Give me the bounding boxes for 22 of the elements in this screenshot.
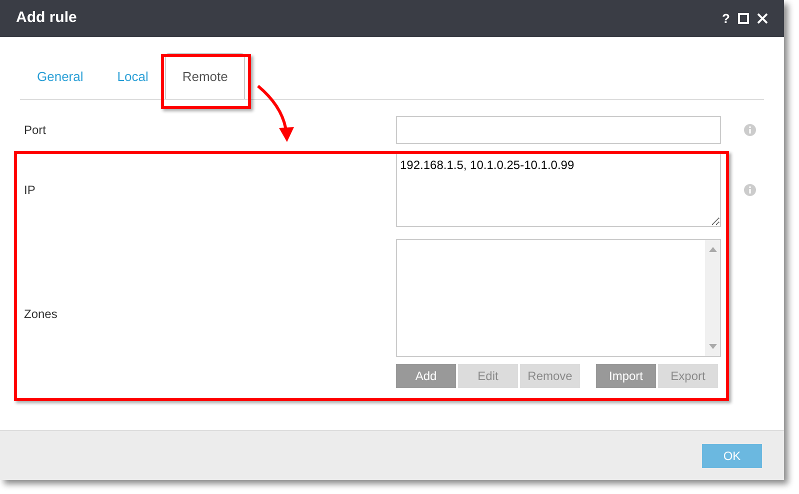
close-icon[interactable] bbox=[757, 13, 768, 24]
ip-field[interactable]: 192.168.1.5, 10.1.0.25-10.1.0.99 bbox=[396, 153, 721, 227]
help-button[interactable]: ? bbox=[722, 8, 730, 28]
field-label: Port bbox=[24, 122, 48, 139]
zones-list[interactable] bbox=[396, 239, 721, 357]
field-label: Zones bbox=[24, 306, 58, 322]
list-action-button[interactable]: Add bbox=[396, 364, 456, 388]
list-action-button[interactable]: Import bbox=[596, 364, 656, 388]
port-field[interactable] bbox=[396, 116, 721, 144]
info-icon[interactable] bbox=[744, 184, 756, 196]
field-label: IP bbox=[24, 182, 36, 199]
tab[interactable]: Local bbox=[100, 53, 166, 99]
dialog-title: Add rule bbox=[16, 8, 77, 28]
scroll-down-icon[interactable] bbox=[708, 344, 716, 349]
tab[interactable]: Remote bbox=[165, 53, 245, 99]
ok-button[interactable]: OK bbox=[702, 444, 762, 468]
maximize-icon[interactable] bbox=[738, 13, 749, 24]
info-icon[interactable] bbox=[744, 124, 756, 136]
tab[interactable]: General bbox=[20, 53, 100, 99]
annotation-arrow bbox=[257, 84, 294, 142]
scrollbar[interactable] bbox=[705, 240, 720, 356]
scroll-up-icon[interactable] bbox=[708, 247, 716, 252]
